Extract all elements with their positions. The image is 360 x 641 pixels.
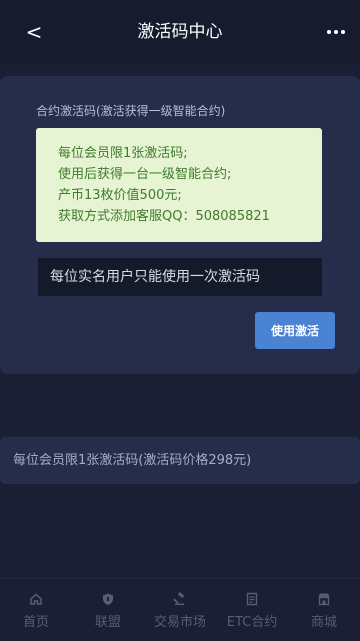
activation-notice: 每位会员限1张激活码; 使用后获得一台一级智能合约; 产币13枚价值500元; … bbox=[36, 128, 322, 242]
notice-line: 每位会员限1张激活码; bbox=[58, 146, 188, 161]
tab-home[interactable]: 首页 bbox=[0, 579, 72, 641]
contract-icon bbox=[244, 591, 260, 607]
store-icon bbox=[316, 591, 332, 607]
tab-etc-contract[interactable]: ETC合约 bbox=[216, 579, 288, 641]
more-options-button[interactable] bbox=[320, 18, 352, 46]
tab-market[interactable]: 交易市场 bbox=[144, 579, 216, 641]
card-title: 合约激活码(激活获得一级智能合约) bbox=[36, 104, 226, 118]
activate-button[interactable]: 使用激活 bbox=[255, 312, 335, 349]
notice-line: 使用后获得一台一级智能合约; bbox=[58, 167, 232, 182]
shield-icon bbox=[100, 591, 116, 607]
bottom-tab-bar: 首页 联盟 交易市场 ETC合约 商城 bbox=[0, 578, 360, 641]
gavel-icon bbox=[172, 591, 188, 607]
price-info-text: 每位会员限1张激活码(激活码价格298元) bbox=[13, 453, 252, 468]
notice-line: 产币13枚价值500元; bbox=[58, 188, 182, 203]
activation-code-input[interactable] bbox=[38, 258, 322, 296]
home-icon bbox=[28, 591, 44, 607]
tab-alliance[interactable]: 联盟 bbox=[72, 579, 144, 641]
more-dots-icon bbox=[327, 30, 331, 34]
tab-store[interactable]: 商城 bbox=[288, 579, 360, 641]
page-title: 激活码中心 bbox=[137, 22, 223, 42]
notice-line: 获取方式添加客服QQ：508085821 bbox=[58, 209, 270, 224]
